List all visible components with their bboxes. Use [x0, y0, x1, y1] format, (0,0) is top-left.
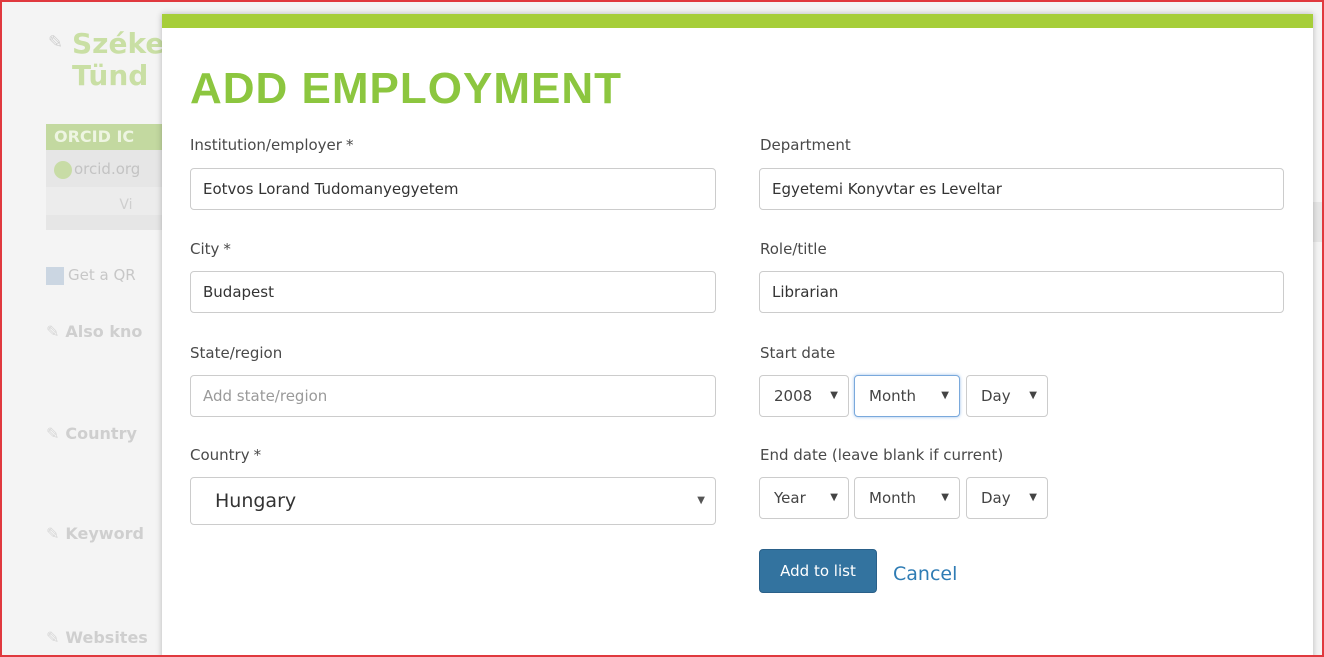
chevron-down-icon: ▼ [941, 390, 949, 401]
start-year-select[interactable]: 2008 ▼ [759, 375, 849, 417]
end-day-select[interactable]: Day ▼ [966, 477, 1048, 519]
institution-label: Institution/employer * [190, 136, 354, 154]
role-title-input[interactable]: Librarian [759, 271, 1284, 313]
background-profile-name: Széke Tünd [72, 27, 165, 92]
pencil-icon: ✎ [46, 424, 60, 443]
required-marker: * [253, 446, 262, 464]
city-input[interactable]: Budapest [190, 271, 716, 313]
required-marker: * [345, 136, 354, 154]
city-label: City * [190, 240, 231, 258]
pencil-icon: ✎ [46, 628, 60, 647]
qr-code-icon [46, 266, 64, 285]
pencil-icon: ✎ [46, 322, 60, 341]
screen-frame: ✎ Széke Tünd ORCID IC orcid.org Vi Get a… [0, 0, 1324, 657]
end-date-label: End date (leave blank if current) [760, 446, 1004, 464]
add-to-list-button[interactable]: Add to list [759, 549, 877, 593]
start-date-label: Start date [760, 344, 836, 362]
required-marker: * [223, 240, 231, 258]
chevron-down-icon: ▼ [1029, 492, 1037, 503]
cancel-link[interactable]: Cancel [893, 563, 957, 585]
department-label: Department [760, 136, 851, 154]
pencil-icon: ✎ [46, 524, 60, 543]
modal-accent-bar [162, 14, 1313, 28]
chevron-down-icon: ▼ [941, 492, 949, 503]
add-employment-modal: ADD EMPLOYMENT Institution/employer * Eot… [162, 14, 1313, 655]
pencil-icon: ✎ [48, 32, 64, 53]
background-section-country: ✎ Country [46, 424, 137, 443]
institution-input[interactable]: Eotvos Lorand Tudomanyegyetem [190, 168, 716, 210]
background-qr-link: Get a QR [46, 266, 136, 285]
chevron-down-icon: ▼ [697, 495, 705, 506]
chevron-down-icon: ▼ [1029, 390, 1037, 401]
state-region-label: State/region [190, 344, 283, 362]
chevron-down-icon: ▼ [830, 390, 838, 401]
chevron-down-icon: ▼ [830, 492, 838, 503]
department-input[interactable]: Egyetemi Konyvtar es Leveltar [759, 168, 1284, 210]
end-year-select[interactable]: Year ▼ [759, 477, 849, 519]
background-section-keywords: ✎ Keyword [46, 524, 144, 543]
country-select[interactable]: Hungary ▼ [190, 477, 716, 525]
background-section-also-known: ✎ Also kno [46, 322, 143, 341]
modal-title: ADD EMPLOYMENT [190, 64, 622, 113]
start-day-select[interactable]: Day ▼ [966, 375, 1048, 417]
country-selected-value: Hungary [215, 490, 297, 512]
background-section-websites: ✎ Websites [46, 628, 148, 647]
end-month-select[interactable]: Month ▼ [854, 477, 960, 519]
start-month-select[interactable]: Month ▼ [854, 375, 960, 417]
state-region-input[interactable]: Add state/region [190, 375, 716, 417]
role-title-label: Role/title [760, 240, 827, 258]
orcid-logo-icon [54, 160, 72, 179]
country-label: Country * [190, 446, 262, 464]
